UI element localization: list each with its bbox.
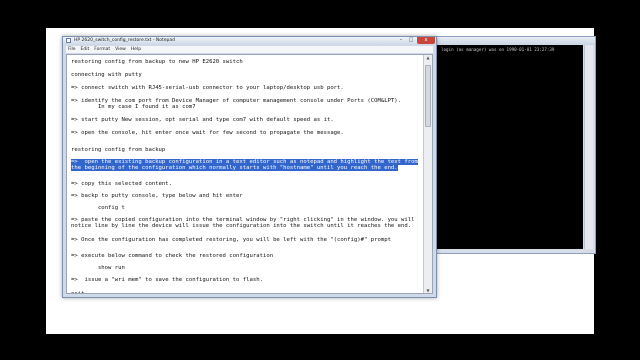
video-frame: login (as manager) was on 1990-01-01 23:…: [0, 0, 640, 360]
doc-line: => copy this selected content.: [71, 181, 173, 187]
terminal-scrollbar[interactable]: [584, 45, 593, 249]
terminal-title-bar[interactable]: [429, 37, 595, 45]
putty-terminal-window[interactable]: login (as manager) was on 1990-01-01 23:…: [428, 36, 596, 254]
menu-view[interactable]: View: [115, 46, 126, 53]
doc-line: => connect switch with RJ45-serial-usb c…: [71, 85, 344, 91]
doc-line: restoring config from backup to new HP E…: [71, 59, 243, 65]
scroll-down-arrow-icon[interactable]: ▼: [424, 288, 432, 293]
doc-line: connecting with putty: [71, 72, 142, 78]
minimize-button[interactable]: –: [396, 37, 406, 44]
doc-line: => open the console, hit enter once wait…: [71, 130, 344, 136]
doc-line: exit: [71, 291, 85, 294]
text-editor-area[interactable]: restoring config from backup to new HP E…: [66, 54, 433, 294]
maximize-button[interactable]: □: [406, 37, 416, 44]
close-button[interactable]: x: [417, 37, 435, 44]
document-text[interactable]: restoring config from backup to new HP E…: [69, 57, 422, 293]
doc-line: => start putty New session, opt serial a…: [71, 117, 334, 123]
notepad-title-bar[interactable]: HP 2620_switch_config_restore.txt - Note…: [63, 37, 436, 45]
doc-line: restoring config from backup: [71, 147, 166, 153]
menu-format[interactable]: Format: [94, 46, 110, 53]
doc-line: In my case I found it as com7: [71, 104, 196, 110]
doc-line: config t: [71, 205, 125, 211]
terminal-log-line: login (as manager) was on 1990-01-01 23:…: [441, 47, 555, 52]
window-title: HP 2620_switch_config_restore.txt - Note…: [74, 38, 175, 43]
doc-line: => issue a "wri mem" to save the configu…: [71, 277, 263, 283]
doc-line: notice line by line the device will issu…: [71, 223, 412, 229]
doc-line: => execute below command to check the re…: [71, 253, 274, 259]
doc-line: show run: [71, 265, 125, 271]
vertical-scrollbar[interactable]: ▲ ▼: [423, 55, 432, 293]
scroll-up-arrow-icon[interactable]: ▲: [424, 55, 432, 60]
doc-line: => backp to putty console, type below an…: [71, 193, 243, 199]
selected-text-line: the beginning of the configuration which…: [71, 165, 398, 171]
doc-line: => Once the configuration has completed …: [71, 237, 391, 243]
scrollbar-thumb[interactable]: [425, 65, 431, 127]
terminal-screen[interactable]: login (as manager) was on 1990-01-01 23:…: [434, 45, 583, 249]
menu-bar: File Edit Format View Help: [66, 46, 433, 53]
menu-edit[interactable]: Edit: [81, 46, 90, 53]
menu-help[interactable]: Help: [131, 46, 141, 53]
notepad-window[interactable]: HP 2620_switch_config_restore.txt - Note…: [62, 36, 437, 298]
menu-file[interactable]: File: [68, 46, 76, 53]
notepad-app-icon: [66, 38, 71, 43]
